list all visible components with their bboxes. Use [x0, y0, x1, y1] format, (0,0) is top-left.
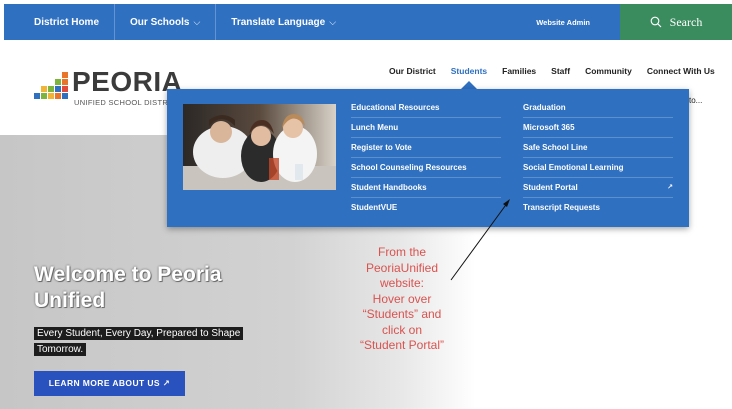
nav-families[interactable]: Families [502, 66, 536, 76]
logo-subtitle: UNIFIED SCHOOL DISTRICT [74, 98, 182, 107]
nav-connect-with-us[interactable]: Connect With Us [647, 66, 715, 76]
annotation-line: website: [379, 276, 425, 290]
main-navigation: Our District Students Families Staff Com… [389, 66, 730, 76]
student-handbooks-link[interactable]: Student Handbooks [351, 178, 501, 198]
district-home-label: District Home [34, 16, 100, 28]
translate-language-label: Translate Language [231, 16, 326, 28]
learn-more-button[interactable]: LEARN MORE ABOUT US ↗ [34, 371, 185, 396]
nav-staff[interactable]: Staff [551, 66, 570, 76]
chevron-down-icon: ⌵ [193, 16, 201, 27]
educational-resources-link[interactable]: Educational Resources [351, 98, 501, 118]
website-admin-link[interactable]: Website Admin [536, 18, 590, 27]
top-utility-bar: District Home Our Schools ⌵ Translate La… [4, 4, 732, 40]
annotation-line: click on [381, 322, 422, 337]
school-counseling-resources-link[interactable]: School Counseling Resources [351, 158, 501, 178]
annotation-line: “Student Portal” [359, 338, 445, 352]
annotation-line: From the [377, 245, 426, 259]
student-portal-link[interactable]: Student Portal ↗ [523, 178, 673, 198]
hero-tagline: Every Student, Every Day, Prepared to Sh… [34, 326, 254, 358]
our-schools-menu[interactable]: Our Schools ⌵ [115, 4, 217, 40]
annotation-text: From the PeoriaUnified website: Hover ov… [353, 245, 451, 354]
annotation-arrow [450, 199, 510, 281]
external-link-icon: ↗ [667, 184, 673, 191]
dropdown-column-2: Graduation Microsoft 365 Safe School Lin… [523, 98, 673, 217]
students-dropdown-menu: Educational Resources Lunch Menu Registe… [167, 89, 689, 227]
register-to-vote-link[interactable]: Register to Vote [351, 138, 501, 158]
translate-language-menu[interactable]: Translate Language ⌵ [216, 4, 351, 40]
search-button[interactable]: Search [620, 4, 732, 40]
nav-community[interactable]: Community [585, 66, 632, 76]
header-trailing-text: to... [689, 96, 703, 105]
hero-title: Welcome to Peoria Unified [34, 263, 222, 312]
annotation-line: “Students” and [362, 307, 442, 321]
annotation-line: Hover over [372, 291, 432, 306]
search-label: Search [669, 14, 703, 29]
search-icon [650, 16, 662, 28]
district-home-link[interactable]: District Home [4, 4, 116, 40]
student-portal-label: Student Portal [523, 183, 578, 192]
logo-mark-icon [34, 72, 70, 102]
social-emotional-learning-link[interactable]: Social Emotional Learning [523, 158, 673, 178]
students-lab-photo [183, 104, 336, 190]
nav-our-district[interactable]: Our District [389, 66, 436, 76]
lunch-menu-link[interactable]: Lunch Menu [351, 118, 501, 138]
dropdown-pointer [461, 81, 477, 89]
microsoft-365-link[interactable]: Microsoft 365 [523, 118, 673, 138]
our-schools-label: Our Schools [130, 16, 190, 28]
graduation-link[interactable]: Graduation [523, 98, 673, 118]
annotation-line: PeoriaUnified [365, 260, 439, 275]
chevron-down-icon: ⌵ [329, 16, 337, 27]
nav-students[interactable]: Students [451, 66, 487, 76]
transcript-requests-link[interactable]: Transcript Requests [523, 198, 673, 217]
logo-wordmark: PEORIA [72, 66, 183, 97]
safe-school-line-link[interactable]: Safe School Line [523, 138, 673, 158]
